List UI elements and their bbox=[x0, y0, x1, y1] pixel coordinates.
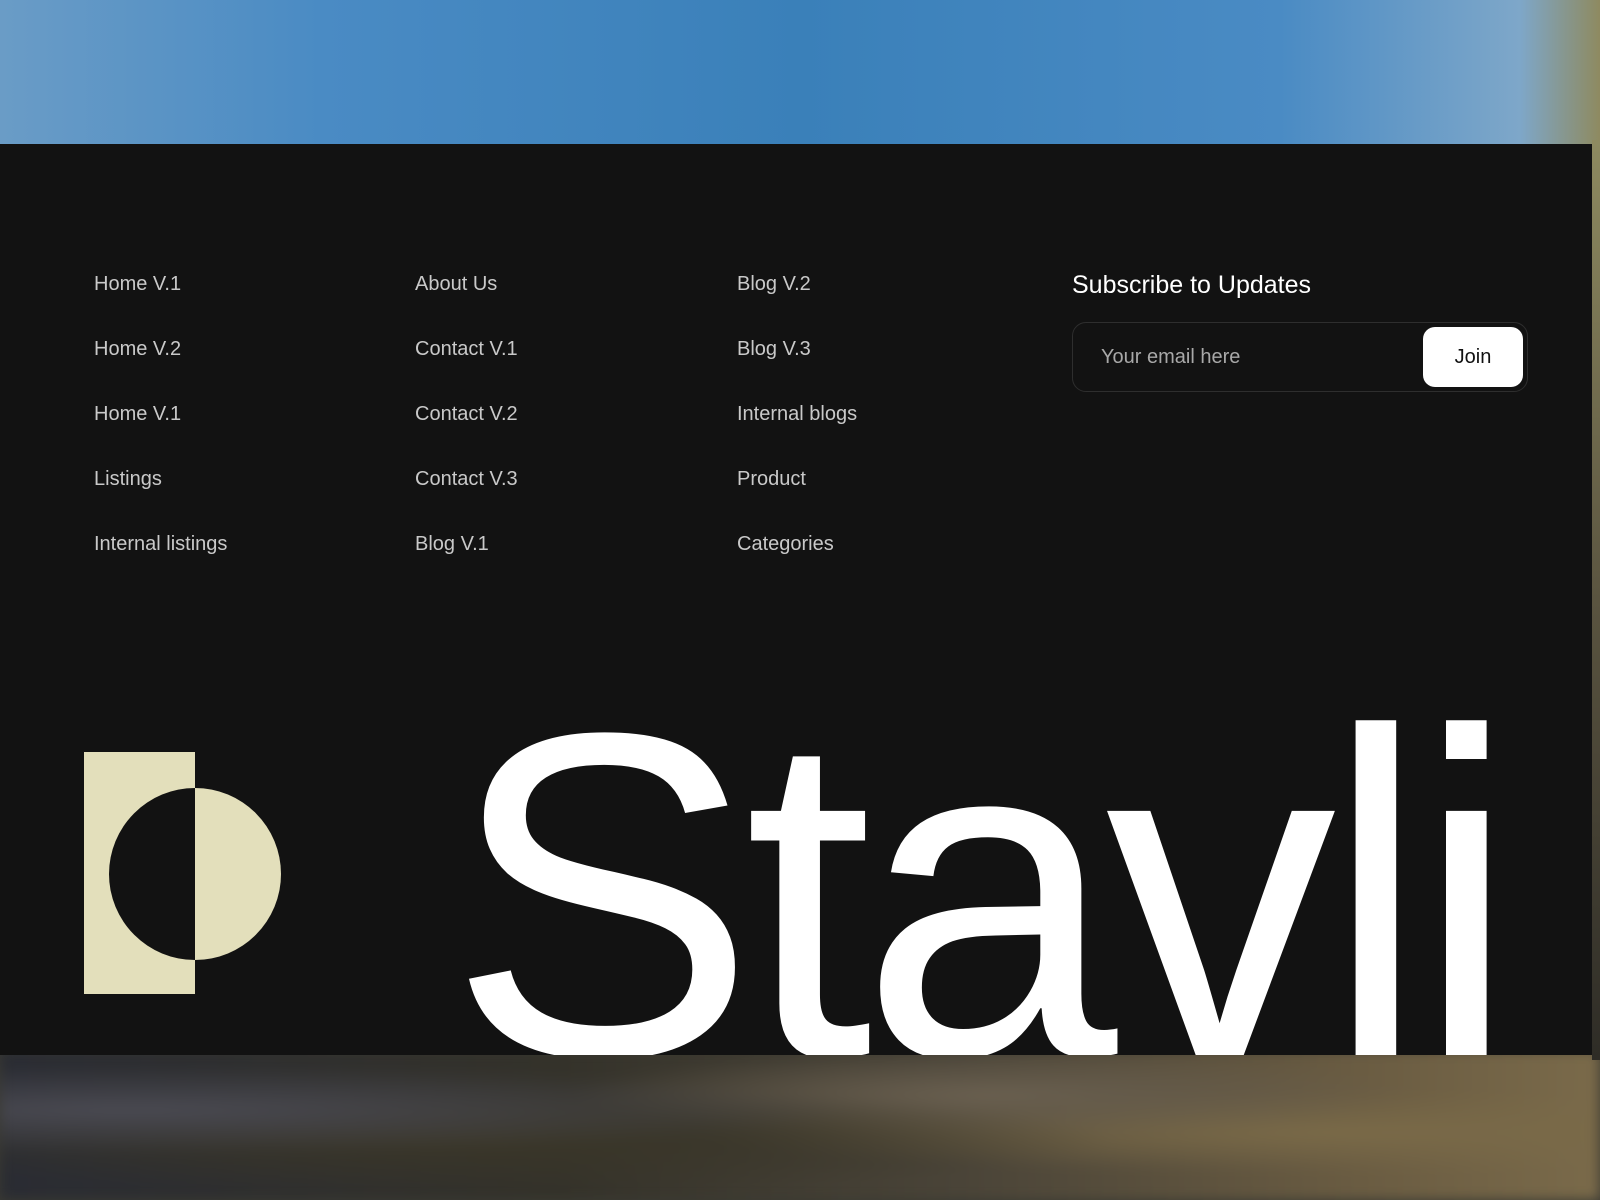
footer-nav-column-1: Home V.1 Home V.2 Home V.1 Listings Inte… bbox=[94, 272, 227, 597]
email-input[interactable] bbox=[1087, 335, 1417, 379]
footer-nav-column-3: Blog V.2 Blog V.3 Internal blogs Product… bbox=[737, 272, 857, 597]
footer-nav-column-2: About Us Contact V.1 Contact V.2 Contact… bbox=[415, 272, 518, 597]
join-button[interactable]: Join bbox=[1423, 327, 1523, 387]
site-footer: Home V.1 Home V.2 Home V.1 Listings Inte… bbox=[0, 144, 1592, 1055]
footer-link-categories[interactable]: Categories bbox=[737, 532, 857, 597]
footer-link-home-v1[interactable]: Home V.1 bbox=[94, 272, 227, 337]
footer-link-blog-v3[interactable]: Blog V.3 bbox=[737, 337, 857, 402]
footer-link-product[interactable]: Product bbox=[737, 467, 857, 532]
subscribe-section: Subscribe to Updates Join bbox=[1072, 270, 1530, 392]
footer-link-blog-v1[interactable]: Blog V.1 bbox=[415, 532, 518, 597]
background-edge bbox=[1592, 140, 1600, 1060]
footer-link-home-v2[interactable]: Home V.2 bbox=[94, 337, 227, 402]
footer-link-blog-v2[interactable]: Blog V.2 bbox=[737, 272, 857, 337]
footer-link-internal-listings[interactable]: Internal listings bbox=[94, 532, 227, 597]
footer-link-internal-blogs[interactable]: Internal blogs bbox=[737, 402, 857, 467]
subscribe-title: Subscribe to Updates bbox=[1072, 271, 1312, 299]
footer-link-contact-v3[interactable]: Contact V.3 bbox=[415, 467, 518, 532]
footer-link-contact-v1[interactable]: Contact V.1 bbox=[415, 337, 518, 402]
background-sky bbox=[0, 0, 1600, 150]
background-landscape bbox=[0, 1050, 1600, 1200]
subscribe-form: Join bbox=[1072, 322, 1528, 392]
footer-link-home-v1-alt[interactable]: Home V.1 bbox=[94, 402, 227, 467]
footer-link-listings[interactable]: Listings bbox=[94, 467, 227, 532]
footer-link-about-us[interactable]: About Us bbox=[415, 272, 518, 337]
half-circle-rectangle-logo-icon bbox=[84, 752, 284, 994]
footer-link-contact-v2[interactable]: Contact V.2 bbox=[415, 402, 518, 467]
brand-wordmark: Stavli bbox=[448, 637, 1518, 1055]
